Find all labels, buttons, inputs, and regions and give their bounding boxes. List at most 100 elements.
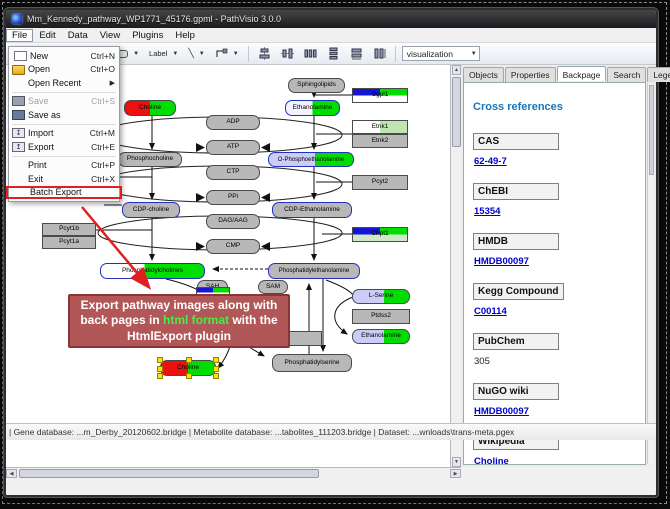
menu-view[interactable]: View xyxy=(94,29,126,42)
file-menu-export[interactable]: ↥ Export Ctrl+E xyxy=(9,140,119,154)
menu-separator xyxy=(12,156,116,157)
selection-handle[interactable] xyxy=(157,373,163,379)
selection-handle[interactable] xyxy=(213,366,219,372)
tab-properties[interactable]: Properties xyxy=(505,67,556,82)
file-menu-save[interactable]: Save Ctrl+S xyxy=(9,95,119,109)
xref-link-chebi[interactable]: 15354 xyxy=(474,206,645,217)
menu-plugins[interactable]: Plugins xyxy=(126,29,169,42)
menu-data[interactable]: Data xyxy=(62,29,94,42)
node-cdp-ethanolamine[interactable]: CDP-Ethanolamine xyxy=(272,202,352,218)
node-phosphatidylethanolamine[interactable]: Phosphatidylethanolamine xyxy=(268,263,360,279)
node-adp[interactable]: ADP xyxy=(206,115,260,130)
gene-pcyt1a[interactable]: Pcyt1a xyxy=(42,236,96,249)
gene-etnk2[interactable]: Etnk2 xyxy=(352,134,408,148)
scrollbar-thumb[interactable] xyxy=(452,77,461,147)
xref-link-hmdb[interactable]: HMDB00097 xyxy=(474,256,645,267)
tab-objects[interactable]: Objects xyxy=(463,67,504,82)
node-sam[interactable]: SAM xyxy=(258,280,288,294)
node-choline-bottom-selected[interactable]: Choline xyxy=(160,360,216,376)
file-menu-exit[interactable]: Exit Ctrl+X xyxy=(9,172,119,186)
node-dag-aag[interactable]: DAG/AAG xyxy=(206,214,260,229)
node-phosphatidylserine[interactable]: Phosphatidylserine xyxy=(272,354,352,372)
selection-handle[interactable] xyxy=(157,357,163,363)
canvas-vertical-scrollbar[interactable]: ▲ ▼ xyxy=(450,65,461,467)
gene-pcyt1b[interactable]: Pcyt1b xyxy=(42,223,96,236)
node-phosphatidylcholines[interactable]: Phosphatidylcholines xyxy=(100,263,205,279)
selection-handle[interactable] xyxy=(213,373,219,379)
cross-references-heading: Cross references xyxy=(473,101,645,113)
selection-handle[interactable] xyxy=(186,373,192,379)
distribute-horizontal-button[interactable] xyxy=(301,45,320,62)
gene-ptdss2[interactable]: Ptdss2 xyxy=(352,309,410,324)
tab-search[interactable]: Search xyxy=(607,67,646,82)
file-menu-save-as[interactable]: Save as xyxy=(9,108,119,122)
node-choline-top[interactable]: Choline xyxy=(124,100,176,116)
line-icon: ╲ xyxy=(188,48,193,59)
export-icon: ↥ xyxy=(12,142,25,152)
node-ethanolamine-bottom[interactable]: Ethanolamine xyxy=(352,329,410,344)
xref-link-nugo[interactable]: HMDB00097 xyxy=(474,406,645,417)
distribute-vertical-icon xyxy=(327,47,340,60)
selection-handle[interactable] xyxy=(157,366,163,372)
visualization-combobox[interactable]: visualization ▼ xyxy=(402,46,480,61)
align-center-y-button[interactable] xyxy=(278,45,297,62)
canvas-horizontal-scrollbar[interactable]: ◀ ▶ xyxy=(6,467,461,478)
new-connector-button[interactable]: ▼ xyxy=(212,45,242,62)
file-menu-import[interactable]: ↧ Import Ctrl+M xyxy=(9,127,119,141)
scrollbar-thumb[interactable] xyxy=(649,85,654,175)
node-atp[interactable]: ATP xyxy=(206,140,260,155)
gene-box-partially-hidden-2[interactable] xyxy=(286,331,322,346)
menu-help[interactable]: Help xyxy=(169,29,201,42)
file-menu-print[interactable]: Print Ctrl+P xyxy=(9,159,119,173)
node-ctp[interactable]: CTP xyxy=(206,165,260,180)
node-ppi[interactable]: PPi xyxy=(206,190,260,205)
xref-link-kegg[interactable]: C00114 xyxy=(474,306,645,317)
node-cdp-choline[interactable]: CDP-choline xyxy=(122,202,180,218)
node-ethanolamine-top[interactable]: Ethanolamine xyxy=(285,100,340,116)
node-phosphocholine[interactable]: Phosphocholine xyxy=(118,152,182,167)
node-sphingolipids[interactable]: Sphingolipids xyxy=(288,78,345,93)
new-label-button[interactable]: Label ▼ xyxy=(146,47,181,60)
tab-legend[interactable]: Legend xyxy=(647,67,670,82)
gene-sgpl1[interactable]: Sgpl1 xyxy=(352,88,408,103)
align-center-x-button[interactable] xyxy=(255,45,274,62)
file-menu-open-recent[interactable]: Open Recent ▶ xyxy=(9,76,119,90)
gene-pcyt2[interactable]: Pcyt2 xyxy=(352,175,408,190)
selection-handle[interactable] xyxy=(186,357,192,363)
common-width-icon xyxy=(350,47,363,60)
panel-vertical-scrollbar[interactable] xyxy=(647,83,655,464)
menu-edit[interactable]: Edit xyxy=(33,29,61,42)
gene-chpt1[interactable]: Chpt1 xyxy=(352,227,408,242)
scroll-right-icon[interactable]: ▶ xyxy=(450,469,461,478)
scrollbar-thumb[interactable] xyxy=(19,469,319,478)
menu-file[interactable]: File xyxy=(6,29,33,42)
import-icon: ↧ xyxy=(12,128,25,138)
tab-backpage[interactable]: Backpage xyxy=(557,66,607,81)
xref-source-chebi: ChEBI xyxy=(473,183,559,200)
side-panel-tabs: Objects Properties Backpage Search Legen… xyxy=(463,67,670,82)
gene-etnk1[interactable]: Etnk1 xyxy=(352,120,408,134)
scroll-down-icon[interactable]: ▼ xyxy=(452,457,461,467)
menu-separator xyxy=(12,92,116,93)
scroll-left-icon[interactable]: ◀ xyxy=(6,469,17,478)
file-menu-batch-export[interactable]: Batch Export xyxy=(6,186,122,200)
align-center-x-icon xyxy=(258,47,271,60)
submenu-arrow-icon: ▶ xyxy=(110,79,115,87)
file-menu-new[interactable]: New Ctrl+N xyxy=(9,49,119,63)
scroll-up-icon[interactable]: ▲ xyxy=(452,65,461,75)
node-o-phosphoethanolamine[interactable]: O-Phosphoethanolamine xyxy=(268,152,354,167)
new-line-button[interactable]: ╲ ▼ xyxy=(185,46,207,61)
chevron-down-icon: ▼ xyxy=(471,51,477,57)
xref-link-wikipedia[interactable]: Choline xyxy=(474,456,645,465)
chevron-down-icon: ▼ xyxy=(233,51,239,57)
file-menu-open[interactable]: Open Ctrl+O xyxy=(9,63,119,77)
selection-handle[interactable] xyxy=(213,357,219,363)
node-l-serine[interactable]: L-Serine xyxy=(352,289,410,304)
node-cmp[interactable]: CMP xyxy=(206,239,260,254)
common-height-button[interactable] xyxy=(370,45,389,62)
chevron-down-icon: ▼ xyxy=(133,51,139,57)
common-width-button[interactable] xyxy=(347,45,366,62)
xref-link-cas[interactable]: 62-49-7 xyxy=(474,156,645,167)
distribute-vertical-button[interactable] xyxy=(324,45,343,62)
title-bar[interactable]: Mm_Kennedy_pathway_WP1771_45176.gpml - P… xyxy=(6,10,656,28)
